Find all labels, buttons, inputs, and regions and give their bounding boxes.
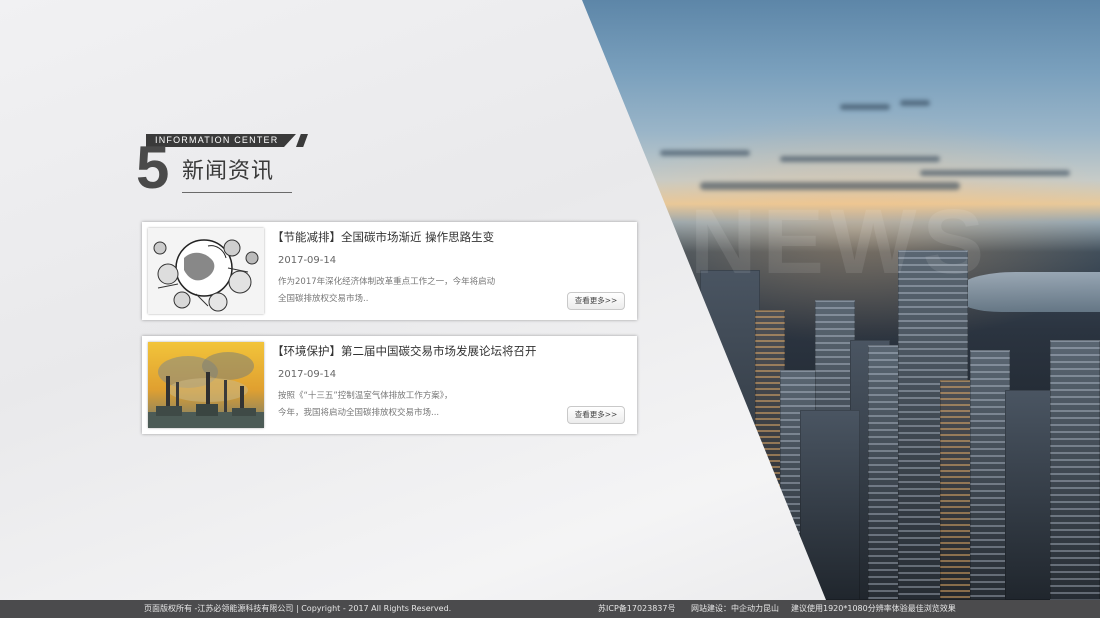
icp-link[interactable]: 苏ICP备17023837号 — [598, 600, 676, 618]
page-stage: NEWS INFORMATION CENTER 5 新闻资讯 【节能减排】全国碳… — [0, 0, 1100, 618]
section-heading: INFORMATION CENTER 5 新闻资讯 — [136, 134, 316, 204]
page-footer: 页面版权所有 -江苏必领能源科技有限公司 | Copyright - 2017 … — [0, 600, 1100, 618]
news-summary-line: 全国碳排放权交易市场.. — [278, 294, 369, 304]
news-summary-line: 今年，我国将启动全国碳排放权交易市场... — [278, 408, 440, 418]
news-title[interactable]: 【环境保护】第二届中国碳交易市场发展论坛将召开 — [272, 343, 537, 359]
resolution-advice: 建议使用1920*1080分辨率体验最佳浏览效果 — [791, 604, 956, 613]
site-builder-link[interactable]: 网站建设：中企动力昆山 — [691, 600, 779, 618]
news-summary-line: 作为2017年深化经济体制改革重点工作之一，今年将启动 — [278, 277, 496, 287]
news-title[interactable]: 【节能减排】全国碳市场渐近 操作思路生变 — [272, 229, 494, 245]
section-number: 5 — [136, 134, 170, 201]
news-card[interactable]: 【节能减排】全国碳市场渐近 操作思路生变 2017-09-14 作为2017年深… — [142, 222, 637, 320]
news-summary: 按照《“十三五”控制温室气体排放工作方案》， 今年，我国将启动全国碳排放权交易市… — [278, 388, 538, 422]
globe-sketch-image — [148, 228, 264, 314]
section-title: 新闻资讯 — [182, 159, 275, 184]
news-thumbnail[interactable] — [148, 228, 264, 314]
factory-smoke-image — [148, 342, 264, 428]
news-watermark: NEWS — [690, 191, 990, 293]
news-card[interactable]: 【环境保护】第二届中国碳交易市场发展论坛将召开 2017-09-14 按照《“十… — [142, 336, 637, 434]
news-thumbnail[interactable] — [148, 342, 264, 428]
view-more-button[interactable]: 查看更多>> — [567, 406, 625, 424]
news-summary-line: 按照《“十三五”控制温室气体排放工作方案》， — [278, 391, 453, 401]
section-tag: INFORMATION CENTER — [155, 135, 279, 145]
title-underline — [182, 192, 292, 193]
view-more-button[interactable]: 查看更多>> — [567, 292, 625, 310]
tag-accent — [296, 134, 308, 147]
news-date: 2017-09-14 — [278, 369, 337, 380]
copyright-text: 页面版权所有 -江苏必领能源科技有限公司 | Copyright - 2017 … — [144, 604, 452, 613]
news-summary: 作为2017年深化经济体制改革重点工作之一，今年将启动 全国碳排放权交易市场.. — [278, 274, 538, 308]
news-date: 2017-09-14 — [278, 255, 337, 266]
